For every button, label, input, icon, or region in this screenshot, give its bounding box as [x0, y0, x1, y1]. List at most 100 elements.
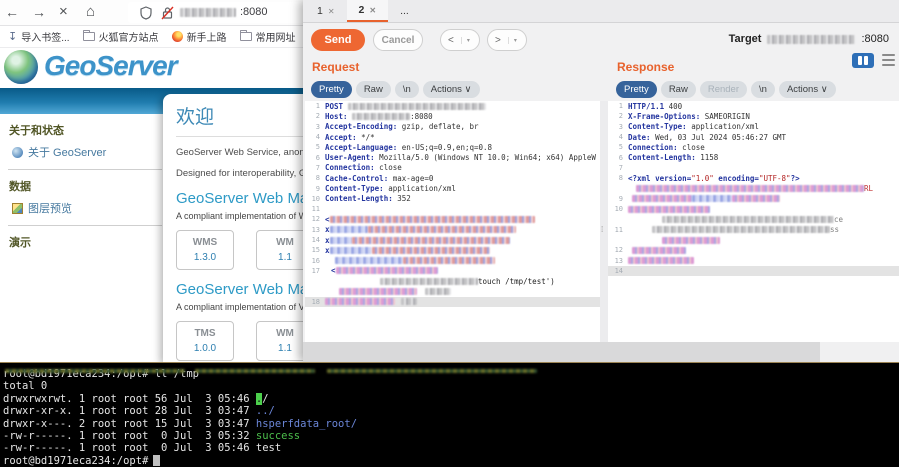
- response-body-wrap-line: RL: [608, 183, 899, 193]
- request-body-wrap-line: touch /tmp/test'): [305, 276, 600, 286]
- folder-icon: [83, 32, 95, 41]
- repeater-tab-bar: 1✕ 2✕ ...: [303, 0, 899, 23]
- send-button[interactable]: Send: [311, 29, 365, 51]
- request-body-line-redacted: <: [305, 214, 600, 224]
- terminal-listing-line: -rw-r-----. 1 root root 0 Jul 3 05:46 te…: [3, 442, 899, 454]
- response-line: Connection: close: [608, 142, 899, 152]
- panel-divider[interactable]: [600, 101, 608, 342]
- tab-newline[interactable]: \n: [395, 81, 419, 98]
- response-body-line-redacted: [608, 245, 899, 255]
- repeater-tab-2[interactable]: 2✕: [347, 0, 389, 22]
- request-body-line-redacted: x: [305, 235, 600, 245]
- service-version-link[interactable]: 1.1: [278, 252, 292, 263]
- response-body-wrap-line: [608, 235, 899, 245]
- tab-render[interactable]: Render: [700, 81, 747, 98]
- target-indicator: Target :8080: [729, 33, 889, 45]
- request-body-line-redacted: x: [305, 245, 600, 255]
- chevron-down-icon[interactable]: ▾: [508, 37, 522, 44]
- service-label: WMS: [193, 237, 217, 248]
- service-version-link[interactable]: 1.3.0: [194, 252, 216, 263]
- request-panel-title: Request: [312, 60, 359, 74]
- back-icon[interactable]: ←: [5, 3, 19, 21]
- request-line: Accept-Encoding: gzip, deflate, br: [305, 122, 600, 132]
- stop-icon[interactable]: ×: [59, 3, 68, 21]
- shield-icon[interactable]: [140, 6, 152, 20]
- url-port: :8080: [240, 6, 268, 18]
- service-label: WM: [276, 237, 294, 248]
- request-line: Content-Type: application/xml: [305, 183, 600, 193]
- service-box-wms: WMS 1.3.0: [176, 230, 234, 270]
- service-version-link[interactable]: 1.0.0: [194, 343, 216, 354]
- service-box-tms: TMS 1.0.0: [176, 321, 234, 361]
- terminal-listing-line: drwxrwxrwt. 1 root root 56 Jul 3 05:46 .…: [3, 393, 899, 405]
- sidebar-heading-data: 数据: [0, 170, 170, 196]
- close-icon[interactable]: ✕: [369, 6, 376, 15]
- response-line: Content-Length: 1158: [608, 152, 899, 162]
- insecure-lock-icon[interactable]: [161, 6, 174, 20]
- burp-repeater-window: 1✕ 2✕ ... Send Cancel <▾ >▾ Target :8080…: [303, 0, 899, 362]
- chevron-down-icon[interactable]: ▾: [461, 37, 475, 44]
- terminal-listing-line: drwxr-xr-x. 1 root root 28 Jul 3 03:47 .…: [3, 405, 899, 417]
- request-line-blank: [305, 204, 600, 214]
- request-body-wrap-line: [305, 286, 600, 296]
- tab-newline[interactable]: \n: [751, 81, 775, 98]
- about-icon: [12, 147, 23, 158]
- divider-handle[interactable]: ⁞: [601, 228, 603, 232]
- response-view-tabs: Pretty Raw Render \n Actions ∨: [616, 81, 836, 98]
- close-icon[interactable]: ✕: [328, 7, 335, 16]
- actions-dropdown[interactable]: Actions ∨: [423, 81, 480, 98]
- split-layout-button[interactable]: [852, 53, 874, 68]
- request-line: Cache-Control: max-age=0: [305, 173, 600, 183]
- layout-menu-icon[interactable]: [882, 54, 895, 66]
- import-icon: ↧: [8, 32, 17, 42]
- response-body-wrap-line: ce: [608, 214, 899, 224]
- response-line: Content-Type: application/xml: [608, 122, 899, 132]
- layers-icon: [12, 203, 23, 214]
- burp-bottom-strip: [303, 342, 899, 362]
- touch-command-fragment: touch /tmp/test'): [478, 277, 555, 286]
- response-line: HTTP/1.1 400: [608, 101, 899, 111]
- tab-pretty[interactable]: Pretty: [616, 81, 657, 98]
- sidebar-link-layer-preview[interactable]: 图层预览: [0, 196, 170, 220]
- sidebar-heading-demo: 演示: [0, 226, 170, 252]
- forward-icon[interactable]: →: [32, 3, 46, 21]
- request-body-line-redacted: <: [305, 266, 600, 276]
- response-body-line-redacted: [608, 204, 899, 214]
- geoserver-sidebar: 关于和状态 关于 GeoServer 数据 图层预览 演示: [0, 114, 170, 362]
- bookmark-common-urls[interactable]: 常用网址: [240, 29, 296, 44]
- response-body-line-selected: [608, 266, 899, 276]
- request-body-line-selected: [305, 297, 600, 307]
- bookmark-import[interactable]: ↧导入书签...: [8, 29, 70, 44]
- request-line: POST: [305, 101, 600, 111]
- actions-dropdown[interactable]: Actions ∨: [779, 81, 836, 98]
- response-panel-title: Response: [617, 60, 674, 74]
- sidebar-link-about-geoserver[interactable]: 关于 GeoServer: [0, 140, 170, 164]
- request-line: Accept-Language: en-US;q=0.9,en;q=0.8: [305, 142, 600, 152]
- response-editor[interactable]: HTTP/1.1 400 X-Frame-Options: SAMEORIGIN…: [608, 101, 899, 342]
- bookmark-firefox-site[interactable]: 火狐官方站点: [83, 29, 159, 44]
- terminal-listing-line: drwxr-x---. 2 root root 15 Jul 3 03:47 h…: [3, 418, 899, 430]
- url-bar[interactable]: :8080: [128, 2, 303, 23]
- prev-request-button[interactable]: <▾: [440, 29, 480, 51]
- request-editor[interactable]: POST Host: :8080 Accept-Encoding: gzip, …: [305, 101, 600, 342]
- bookmark-getting-started[interactable]: 新手上路: [172, 29, 227, 44]
- repeater-tab-more[interactable]: ...: [388, 0, 421, 22]
- home-icon[interactable]: ⌂: [86, 3, 95, 21]
- tab-pretty[interactable]: Pretty: [311, 81, 352, 98]
- response-line: X-Frame-Options: SAMEORIGIN: [608, 111, 899, 121]
- geoserver-globe-icon: [4, 50, 38, 84]
- tab-raw[interactable]: Raw: [356, 81, 391, 98]
- next-request-button[interactable]: >▾: [487, 29, 527, 51]
- tab-raw[interactable]: Raw: [661, 81, 696, 98]
- response-xml-declaration: <?xml version="1.0" encoding="UTF-8"?>: [608, 173, 899, 183]
- terminal-window[interactable]: root@bd1971eca234:/opt# ll /tmp total 0 …: [0, 362, 899, 467]
- request-line: Connection: close: [305, 163, 600, 173]
- repeater-tab-1[interactable]: 1✕: [305, 0, 347, 22]
- firefox-icon: [172, 31, 183, 42]
- folder-icon: [240, 32, 252, 41]
- cancel-button[interactable]: Cancel: [373, 29, 423, 51]
- request-line: Host: :8080: [305, 111, 600, 121]
- service-version-link[interactable]: 1.1: [278, 343, 292, 354]
- target-port: :8080: [861, 33, 889, 45]
- geoserver-logo-text: GeoServer: [44, 50, 177, 82]
